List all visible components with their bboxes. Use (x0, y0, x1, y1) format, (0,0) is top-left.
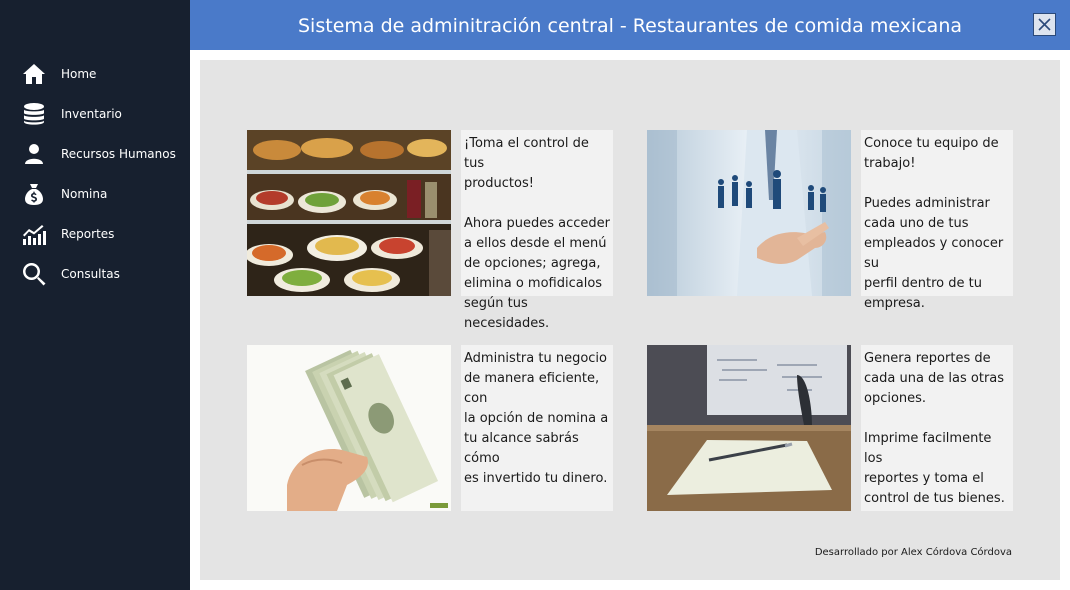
card-paragraph: Conoce tu equipo de trabajo! (864, 136, 999, 171)
main-panel: ¡Toma el control de tus productos! Ahora… (200, 60, 1060, 580)
card-paragraph: Administra tu negocio de manera eficient… (464, 351, 609, 486)
sidebar-item-label: Reportes (61, 227, 115, 241)
sidebar-item-nomina[interactable]: Nomina (0, 174, 190, 214)
office-paper-image (647, 345, 851, 511)
title-bar: Sistema de adminitración central - Resta… (190, 0, 1070, 50)
sidebar-item-consultas[interactable]: Consultas (0, 254, 190, 294)
sidebar-item-label: Recursos Humanos (61, 147, 176, 161)
database-icon (22, 102, 46, 126)
card-text-productos: ¡Toma el control de tus productos! Ahora… (461, 130, 613, 331)
card-paragraph: Imprime facilmente los reportes y toma e… (864, 431, 1005, 506)
card-text-equipo: Conoce tu equipo de trabajo! Puedes admi… (861, 130, 1013, 311)
home-icon (22, 62, 46, 86)
food-display-image (247, 130, 451, 296)
sidebar-item-label: Nomina (61, 187, 108, 201)
sidebar-item-home[interactable]: Home (0, 54, 190, 94)
money-bag-icon (22, 182, 46, 206)
card-paragraph: Genera reportes de cada una de las otras… (864, 351, 1005, 406)
sidebar-nav: Home Inventario Recursos Humanos Nomina … (0, 54, 190, 294)
card-text-nomina: Administra tu negocio de manera eficient… (461, 345, 613, 511)
sidebar-item-label: Home (61, 67, 97, 81)
user-icon (22, 142, 46, 166)
window-title: Sistema de adminitración central - Resta… (298, 15, 962, 37)
money-hand-image (247, 345, 451, 511)
sidebar-item-label: Inventario (61, 107, 122, 121)
search-icon (22, 262, 46, 286)
team-hand-image (647, 130, 851, 296)
chart-icon (22, 222, 46, 246)
sidebar-item-label: Consultas (61, 267, 120, 281)
sidebar-item-recursos-humanos[interactable]: Recursos Humanos (0, 134, 190, 174)
card-paragraph: Ahora puedes acceder a ellos desde el me… (464, 216, 611, 331)
close-icon (1038, 18, 1051, 31)
developer-credit: Desarrollado por Alex Córdova Córdova (814, 547, 1012, 558)
card-paragraph: ¡Toma el control de tus productos! (464, 136, 589, 191)
sidebar-item-inventario[interactable]: Inventario (0, 94, 190, 134)
close-button[interactable] (1033, 13, 1056, 36)
sidebar: Home Inventario Recursos Humanos Nomina … (0, 0, 190, 590)
card-text-reportes: Genera reportes de cada una de las otras… (861, 345, 1013, 511)
card-paragraph: Puedes administrar cada uno de tus emple… (864, 196, 1004, 311)
sidebar-item-reportes[interactable]: Reportes (0, 214, 190, 254)
